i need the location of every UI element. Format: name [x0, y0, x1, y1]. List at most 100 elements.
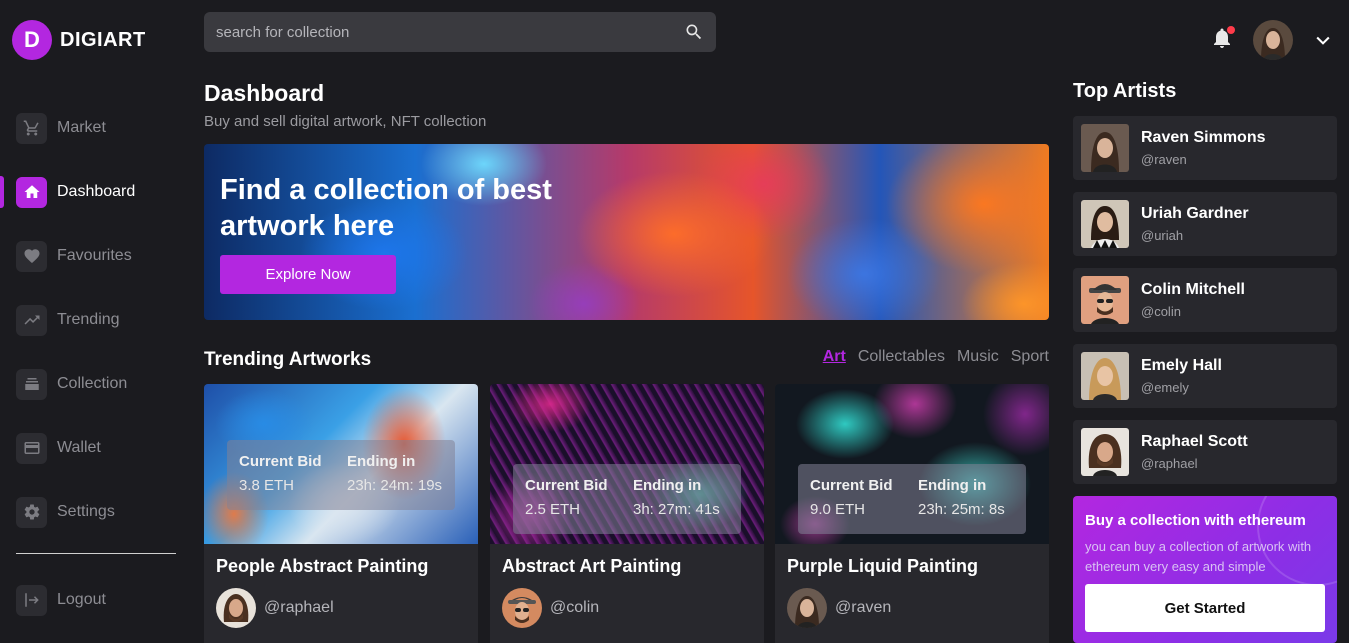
sidebar-item-label: Wallet — [57, 439, 101, 456]
sidebar-item-favourites[interactable]: Favourites — [0, 224, 190, 288]
artist-name: Raven Simmons — [1141, 129, 1266, 146]
heart-icon — [16, 240, 47, 272]
artist-avatar — [1081, 124, 1129, 172]
current-bid-value: 3.8 ETH — [239, 477, 295, 494]
filter-music[interactable]: Music — [957, 348, 999, 366]
page-title: Dashboard — [204, 80, 325, 106]
trending-icon — [16, 304, 47, 336]
artwork-owner[interactable]: @raphael — [216, 588, 334, 628]
artist-item[interactable]: Colin Mitchell @colin — [1073, 268, 1337, 332]
artist-handle: @colin — [1141, 304, 1181, 319]
ending-in-value: 23h: 24m: 19s — [347, 477, 443, 494]
trending-title: Trending Artworks — [204, 349, 372, 370]
artwork-card[interactable]: Current Bid 2.5 ETH Ending in 3h: 27m: 4… — [490, 384, 764, 643]
artwork-card[interactable]: Current Bid 9.0 ETH Ending in 23h: 25m: … — [775, 384, 1049, 643]
artwork-title: Abstract Art Painting — [502, 556, 682, 576]
owner-handle: @raphael — [264, 599, 334, 616]
promo-title: Buy a collection with ethereum — [1085, 512, 1306, 529]
artwork-owner[interactable]: @colin — [502, 588, 599, 628]
avatar — [502, 588, 542, 628]
avatar — [216, 588, 256, 628]
current-bid-label: Current Bid — [525, 477, 608, 494]
app-name: DIGIART — [60, 28, 146, 51]
notification-dot — [1227, 26, 1235, 34]
current-bid-value: 2.5 ETH — [525, 501, 581, 518]
banner-headline: Find a collection of best artwork here — [220, 174, 552, 242]
sidebar-item-market[interactable]: Market — [0, 96, 190, 160]
trending-filters: Art Collectables Music Sport — [823, 348, 1049, 366]
artwork-owner[interactable]: @raven — [787, 588, 891, 628]
artist-avatar — [1081, 276, 1129, 324]
active-indicator — [0, 176, 4, 208]
artist-item[interactable]: Emely Hall @emely — [1073, 344, 1337, 408]
sidebar-nav: Market Dashboard Favourites Trending Col… — [0, 96, 190, 544]
sidebar-item-wallet[interactable]: Wallet — [0, 416, 190, 480]
notification-button[interactable] — [1210, 26, 1236, 52]
logo[interactable]: D DIGIART — [12, 20, 146, 60]
artist-name: Emely Hall — [1141, 357, 1222, 374]
sidebar-item-label: Collection — [57, 375, 128, 392]
artist-name: Raphael Scott — [1141, 433, 1248, 450]
artist-info: Uriah Gardner @uriah — [1141, 205, 1249, 243]
filter-sport[interactable]: Sport — [1011, 348, 1049, 366]
get-started-button[interactable]: Get Started — [1085, 584, 1325, 632]
wallet-icon — [16, 432, 47, 464]
sidebar-item-trending[interactable]: Trending — [0, 288, 190, 352]
sidebar-item-settings[interactable]: Settings — [0, 480, 190, 544]
sidebar-item-label: Favourites — [57, 247, 132, 264]
ending-in-value: 23h: 25m: 8s — [918, 501, 1005, 518]
artist-avatar — [1081, 352, 1129, 400]
sidebar-item-label: Market — [57, 119, 106, 136]
artist-name: Uriah Gardner — [1141, 205, 1249, 222]
bell-icon — [1210, 28, 1234, 54]
user-avatar[interactable] — [1253, 20, 1293, 60]
artist-info: Emely Hall @emely — [1141, 357, 1222, 395]
account-menu-toggle[interactable] — [1313, 30, 1333, 50]
sidebar-item-collection[interactable]: Collection — [0, 352, 190, 416]
artwork-title: Purple Liquid Painting — [787, 556, 978, 576]
logout-button[interactable]: Logout — [0, 568, 190, 632]
sidebar-divider — [16, 553, 176, 554]
owner-handle: @colin — [550, 599, 600, 616]
artist-name: Colin Mitchell — [1141, 281, 1245, 298]
sidebar-item-label: Trending — [57, 311, 120, 328]
artist-handle: @raphael — [1141, 456, 1198, 471]
sidebar: D DIGIART Market Dashboard Favourites Tr… — [0, 0, 190, 643]
ending-in-value: 3h: 27m: 41s — [633, 501, 720, 518]
cart-icon — [16, 112, 47, 144]
artist-info: Colin Mitchell @colin — [1141, 281, 1245, 319]
search-input[interactable] — [216, 23, 684, 41]
stack-icon — [16, 368, 47, 400]
artist-handle: @emely — [1141, 380, 1189, 395]
chevron-down-icon — [1316, 36, 1330, 45]
artist-item[interactable]: Raphael Scott @raphael — [1073, 420, 1337, 484]
artist-info: Raven Simmons @raven — [1141, 129, 1265, 167]
avatar-image — [1253, 20, 1293, 60]
search-icon[interactable] — [684, 22, 704, 42]
explore-now-button[interactable]: Explore Now — [220, 255, 396, 294]
artist-item[interactable]: Raven Simmons @raven — [1073, 116, 1337, 180]
sidebar-item-dashboard[interactable]: Dashboard — [0, 160, 190, 224]
bid-info: Current Bid 2.5 ETH Ending in 3h: 27m: 4… — [513, 464, 741, 534]
artwork-title: People Abstract Painting — [216, 556, 429, 576]
hero-banner: Find a collection of best artwork here E… — [204, 144, 1049, 320]
top-artists-title: Top Artists — [1073, 80, 1177, 102]
filter-art[interactable]: Art — [823, 348, 846, 366]
artist-avatar — [1081, 200, 1129, 248]
current-bid-label: Current Bid — [239, 453, 322, 470]
current-bid-label: Current Bid — [810, 477, 893, 494]
page-subtitle: Buy and sell digital artwork, NFT collec… — [204, 113, 487, 130]
sidebar-item-label: Dashboard — [57, 183, 136, 200]
filter-collectables[interactable]: Collectables — [858, 348, 945, 366]
artist-info: Raphael Scott @raphael — [1141, 433, 1248, 471]
artwork-card[interactable]: Current Bid 3.8 ETH Ending in 23h: 24m: … — [204, 384, 478, 643]
artist-handle: @uriah — [1141, 228, 1184, 243]
search-bar — [204, 12, 716, 52]
artist-item[interactable]: Uriah Gardner @uriah — [1073, 192, 1337, 256]
avatar — [787, 588, 827, 628]
home-icon — [16, 176, 47, 208]
ending-in-label: Ending in — [347, 453, 416, 470]
artist-handle: @raven — [1141, 152, 1187, 167]
promo-text: you can buy a collection of artwork with… — [1085, 539, 1312, 574]
owner-handle: @raven — [835, 599, 892, 616]
